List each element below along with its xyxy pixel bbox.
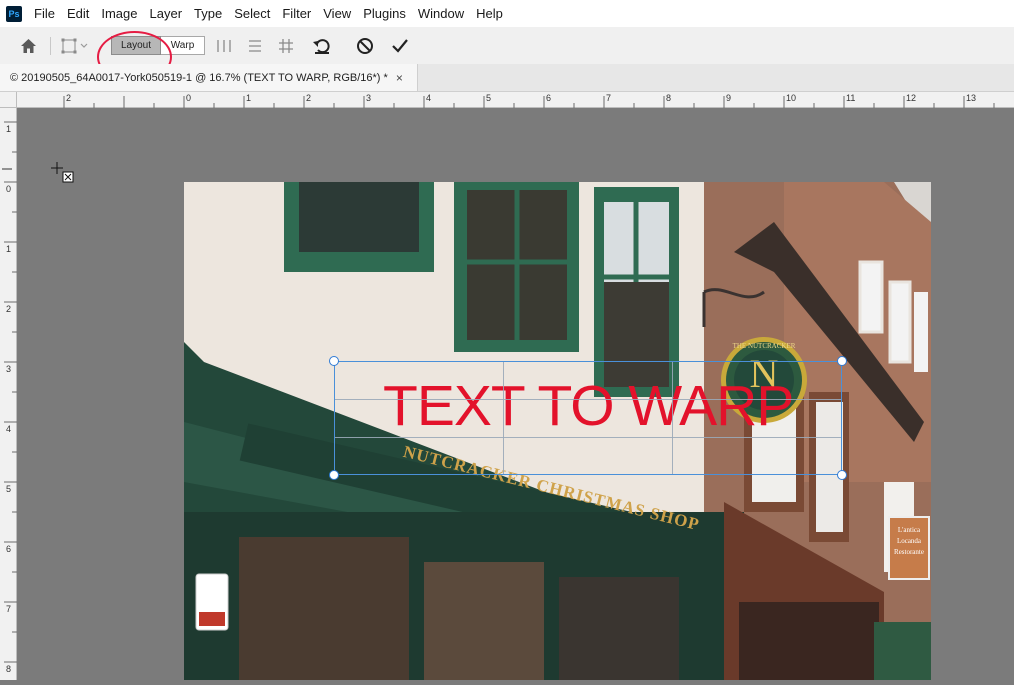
ruler-label: 11 xyxy=(846,93,856,103)
transform-handle-top-right[interactable] xyxy=(837,356,847,366)
document-tab-bar: © 20190505_64A0017-York050519-1 @ 16.7% … xyxy=(0,64,1014,92)
ruler-label: 9 xyxy=(726,93,732,103)
ruler-label: 0 xyxy=(6,184,12,194)
menu-edit[interactable]: Edit xyxy=(61,0,95,27)
cancel-icon xyxy=(357,37,373,54)
ruler-label: 2 xyxy=(66,93,72,103)
ruler-label: 6 xyxy=(6,544,12,554)
transform-cursor-icon xyxy=(51,162,74,183)
transform-handle-bottom-right[interactable] xyxy=(837,470,847,480)
menu-plugins[interactable]: Plugins xyxy=(357,0,412,27)
transform-icon xyxy=(61,38,88,53)
warp-button[interactable]: Warp xyxy=(161,36,205,55)
commit-transform-button[interactable] xyxy=(388,27,412,64)
vertical-ruler[interactable]: 1 0 1 2 3 4 5 6 7 8 xyxy=(0,108,17,680)
transform-tool-button[interactable] xyxy=(58,27,92,64)
transform-handle-top-left[interactable] xyxy=(329,356,339,366)
ruler-label: 10 xyxy=(786,93,797,103)
side-sign-text: L'antica Locanda Restorante xyxy=(894,526,924,556)
menu-layer[interactable]: Layer xyxy=(144,0,189,27)
menu-image[interactable]: Image xyxy=(95,0,143,27)
ruler-label: 4 xyxy=(6,424,12,434)
grid-icon xyxy=(279,38,293,53)
ruler-label: 7 xyxy=(6,604,12,614)
options-bar: Layout Warp xyxy=(0,27,1014,65)
ruler-label: 8 xyxy=(6,664,12,674)
layout-button[interactable]: Layout xyxy=(111,36,161,55)
close-icon[interactable]: × xyxy=(396,71,403,85)
menu-file[interactable]: File xyxy=(28,0,61,27)
ruler-corner xyxy=(0,92,17,108)
reset-warp-button[interactable] xyxy=(310,27,334,64)
grid-button[interactable] xyxy=(276,27,296,64)
menu-view[interactable]: View xyxy=(317,0,357,27)
split-vertical-icon xyxy=(217,39,231,52)
ruler-label: 12 xyxy=(906,93,917,103)
ruler-label: 5 xyxy=(486,93,492,103)
ruler-label: 6 xyxy=(546,93,552,103)
ruler-label: 1 xyxy=(6,124,12,134)
ruler-label: 3 xyxy=(6,364,12,374)
menu-bar: Ps File Edit Image Layer Type Select Fil… xyxy=(0,0,1014,27)
menu-window[interactable]: Window xyxy=(412,0,470,27)
ruler-label: 1 xyxy=(246,93,252,103)
transform-handle-bottom-left[interactable] xyxy=(329,470,339,480)
horizontal-ruler-ticks xyxy=(63,96,995,108)
menu-type[interactable]: Type xyxy=(188,0,228,27)
ruler-label: 0 xyxy=(186,93,192,103)
ruler-label: 4 xyxy=(426,93,432,103)
document-tab[interactable]: © 20190505_64A0017-York050519-1 @ 16.7% … xyxy=(0,64,418,91)
split-horizontal-button[interactable] xyxy=(245,27,265,64)
horizontal-ruler[interactable]: 2 0 1 2 3 4 5 6 7 8 9 10 11 12 13 xyxy=(17,92,1014,108)
ruler-label: 2 xyxy=(306,93,312,103)
split-vertical-button[interactable] xyxy=(214,27,234,64)
ruler-label: 8 xyxy=(666,93,672,103)
photoshop-logo-icon: Ps xyxy=(6,5,22,22)
ruler-label: 3 xyxy=(366,93,372,103)
ruler-label: 13 xyxy=(966,93,977,103)
ruler-label: 7 xyxy=(606,93,612,103)
ruler-label: 5 xyxy=(6,484,12,494)
badge-text: THE NUTCRACKER xyxy=(732,342,796,350)
commit-icon xyxy=(392,38,408,53)
menu-select[interactable]: Select xyxy=(228,0,276,27)
home-icon xyxy=(20,38,36,53)
reset-icon xyxy=(313,38,330,54)
cancel-transform-button[interactable] xyxy=(353,27,377,64)
menu-filter[interactable]: Filter xyxy=(276,0,317,27)
document-tab-title: © 20190505_64A0017-York050519-1 @ 16.7% … xyxy=(10,71,388,84)
menu-help[interactable]: Help xyxy=(470,0,509,27)
split-horizontal-icon xyxy=(249,39,261,52)
ruler-label: 2 xyxy=(6,304,12,314)
home-button[interactable] xyxy=(16,27,40,64)
ruler-label: 1 xyxy=(6,244,12,254)
transform-bounding-box[interactable] xyxy=(334,361,842,475)
